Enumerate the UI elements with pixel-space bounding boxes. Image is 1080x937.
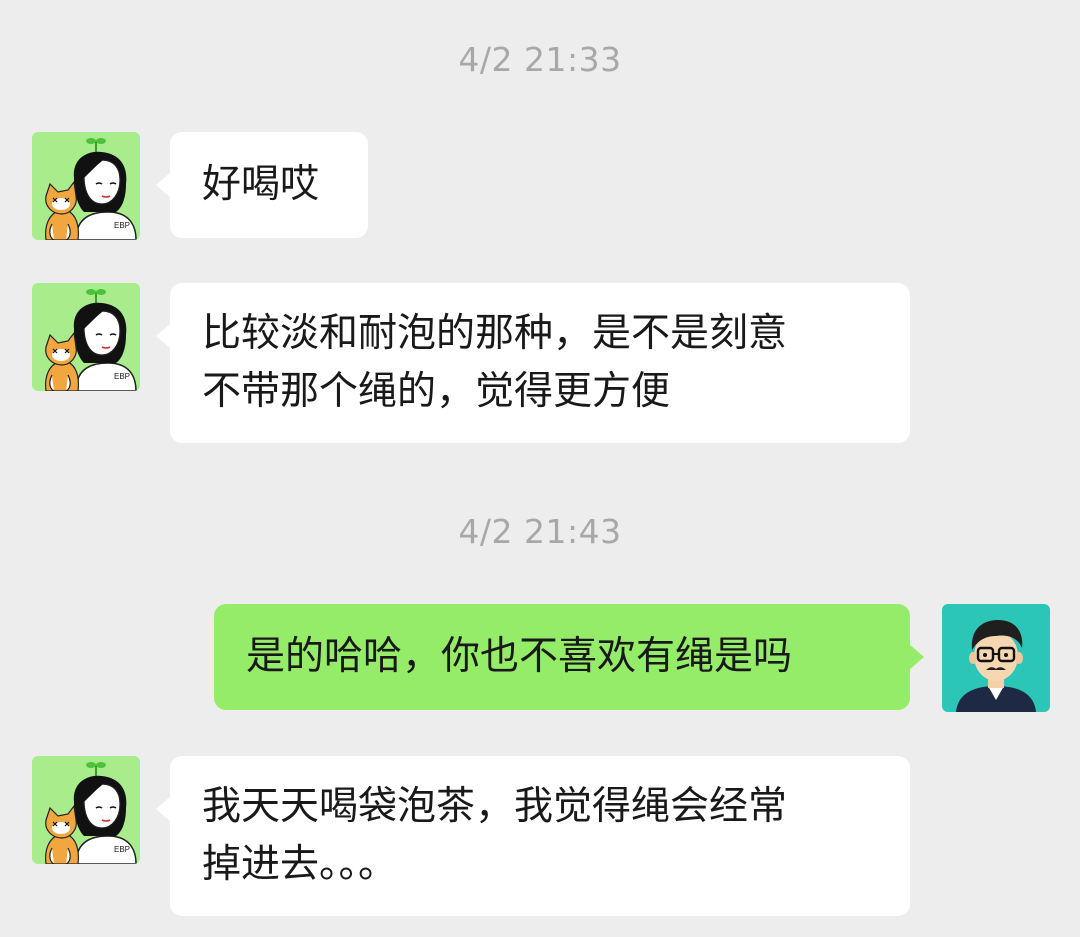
man-with-glasses-avatar-icon[interactable] <box>942 604 1050 712</box>
timestamp: 4/2 21:43 <box>458 512 622 551</box>
timestamp: 4/2 21:33 <box>458 40 622 79</box>
girl-with-cat-avatar-icon[interactable] <box>32 756 140 864</box>
message-bubble-other[interactable]: 比较淡和耐泡的那种，是不是刻意 不带那个绳的，觉得更方便 <box>156 283 910 443</box>
chat-window: 4/2 21:33 好喝哎 比较淡和耐泡的那种，是不是刻意 不带那个绳的，觉得更… <box>0 0 1080 937</box>
girl-with-cat-avatar-icon[interactable] <box>32 283 140 391</box>
girl-with-cat-avatar-icon[interactable] <box>32 132 140 240</box>
message-bubble-other[interactable]: 好喝哎 <box>156 132 368 238</box>
message-bubble-self[interactable]: 是的哈哈，你也不喜欢有绳是吗 <box>214 604 924 710</box>
message-bubble-other[interactable]: 我天天喝袋泡茶，我觉得绳会经常 掉进去。。。 <box>156 756 910 916</box>
